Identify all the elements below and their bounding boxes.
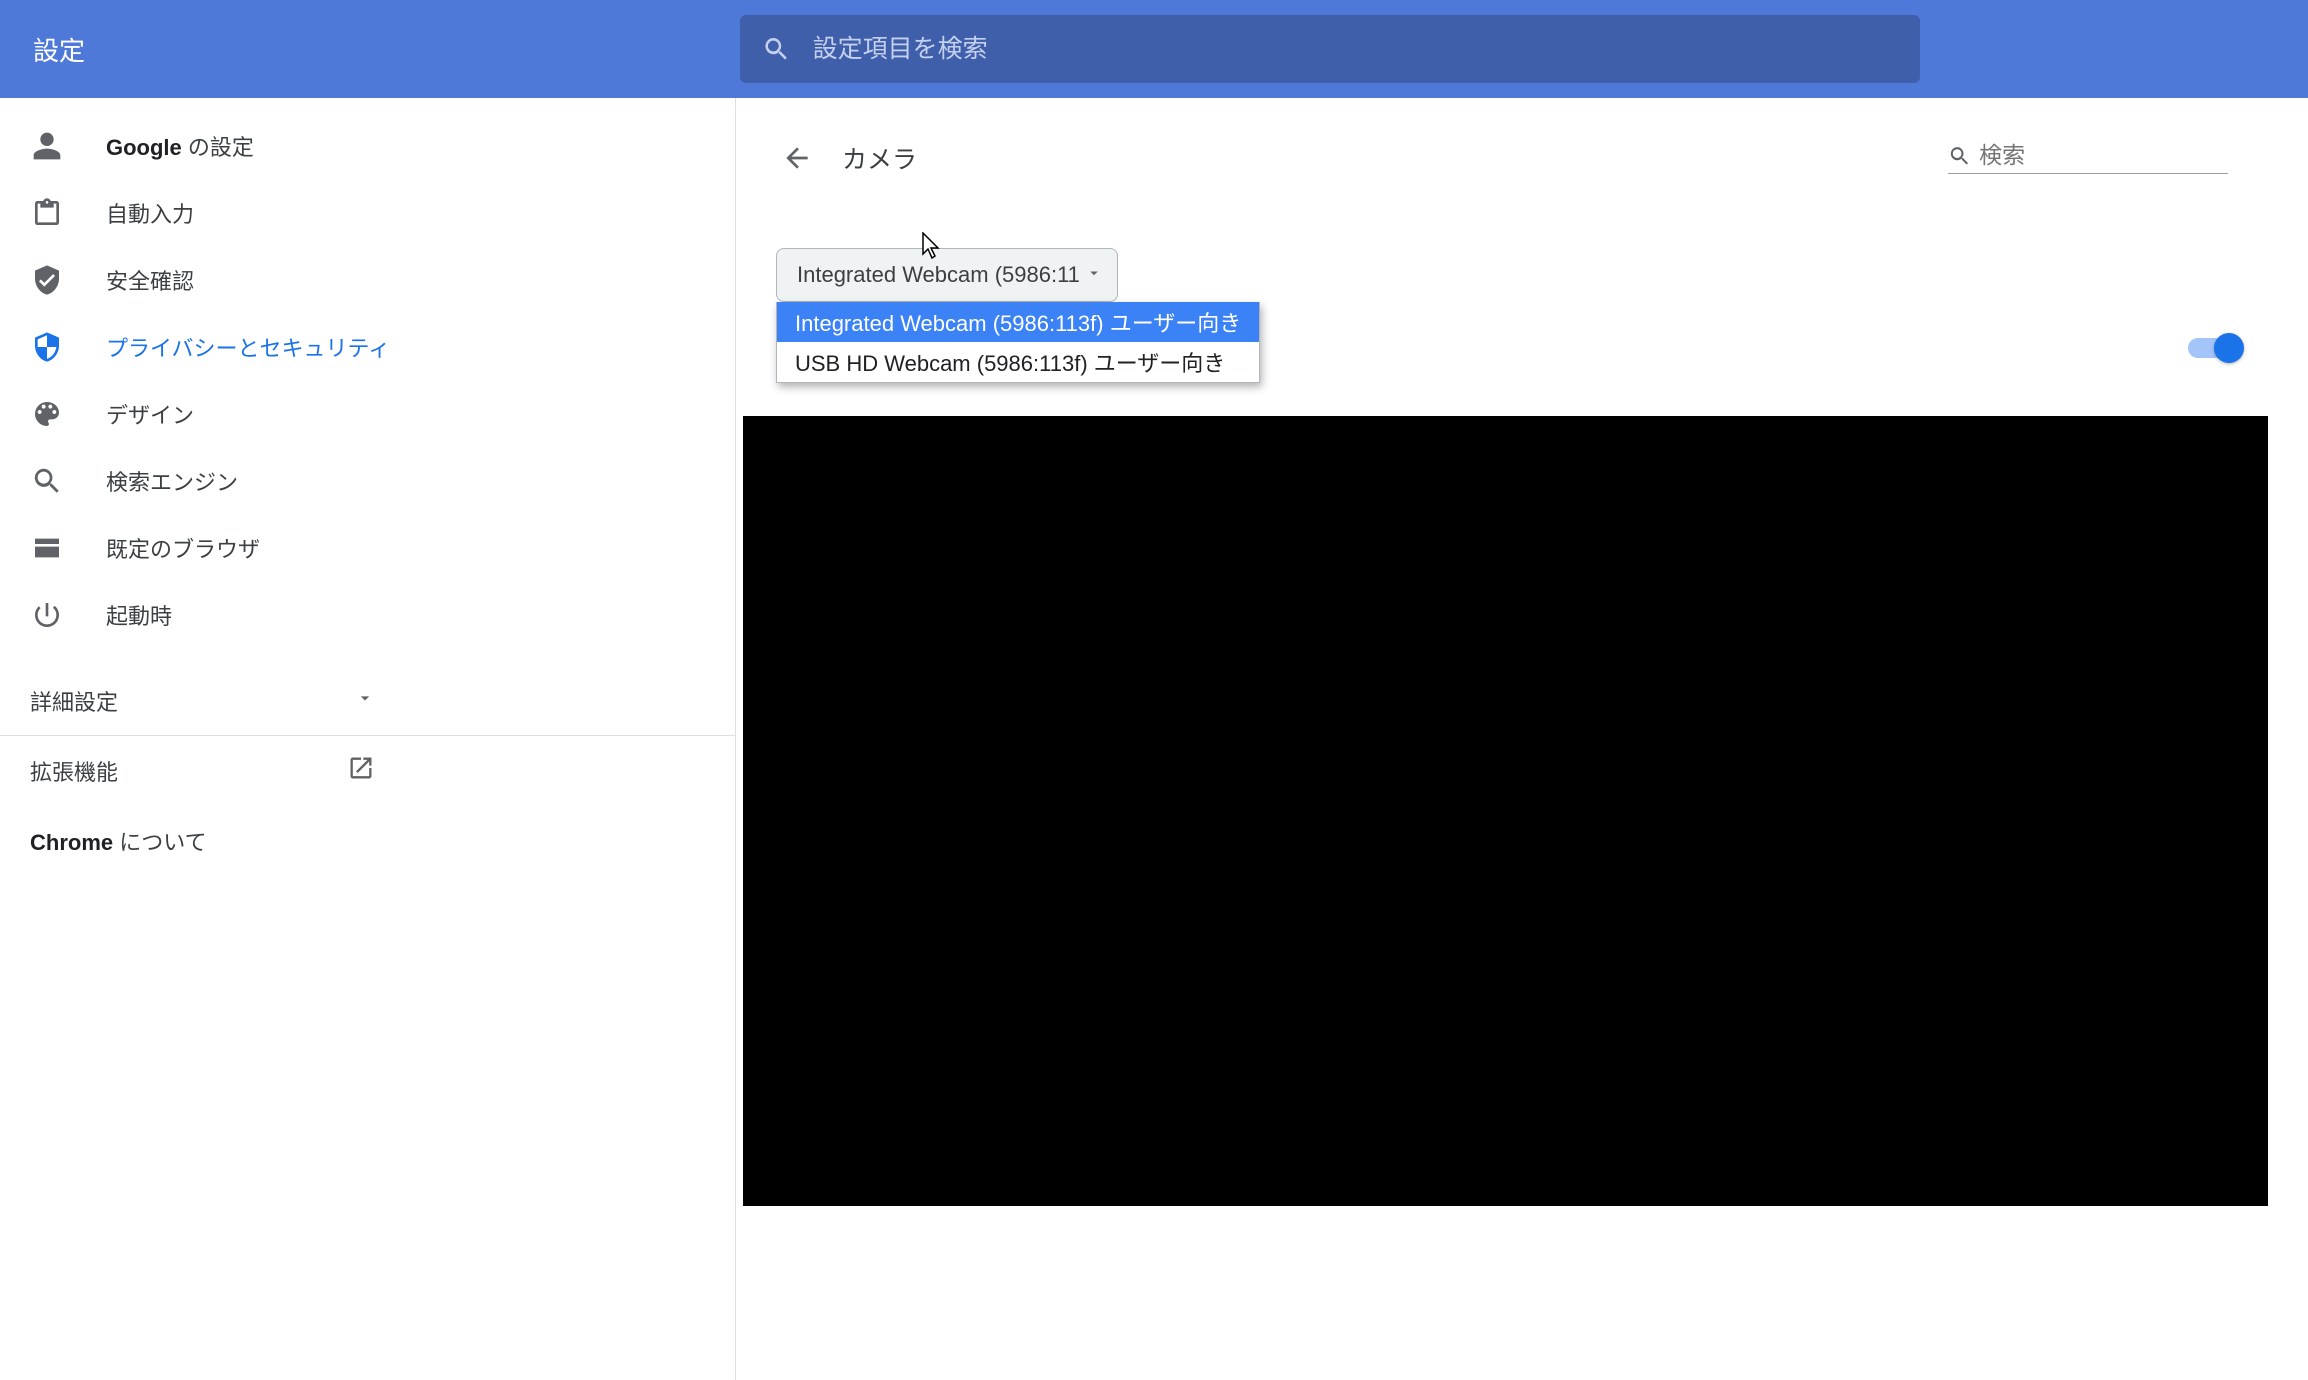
camera-preview [743,416,2268,1206]
sidebar-item-safety[interactable]: 安全確認 [0,246,735,313]
sidebar-item-design[interactable]: デザイン [0,380,735,447]
page-search-input[interactable] [1979,142,2228,169]
camera-toggle[interactable] [2188,338,2240,358]
palette-icon [30,397,64,431]
sidebar-item-label: 既定のブラウザ [106,532,260,564]
sidebar-item-label: 検索エンジン [106,465,238,497]
sidebar-item-label: Google の設定 [106,130,254,162]
header-search[interactable] [740,15,1920,83]
page-header: カメラ [736,128,2308,188]
app-header: 設定 [0,0,2308,98]
sidebar-item-label: 自動入力 [106,197,194,229]
search-icon [1948,143,1971,169]
shield-check-icon [30,263,64,297]
power-icon [30,598,64,632]
sidebar-advanced[interactable]: 詳細設定 [0,666,735,736]
arrow-back-icon [781,142,813,174]
about-label: Chrome について [30,825,207,857]
camera-selector-row: Integrated Webcam (5986:113 Integrated W… [736,188,2308,302]
camera-dropdown-list: Integrated Webcam (5986:113f) ユーザー向き USB… [776,302,1260,383]
caret-down-icon [1085,262,1103,288]
advanced-label: 詳細設定 [30,685,118,717]
app-title: 設定 [33,31,85,68]
sidebar-extensions[interactable]: 拡張機能 [0,736,735,806]
sidebar-item-privacy[interactable]: プライバシーとセキュリティ [0,313,735,380]
chevron-down-icon [355,688,375,714]
page-search[interactable] [1948,142,2228,174]
sidebar-item-label: 安全確認 [106,264,194,296]
open-in-new-icon [347,754,375,788]
main-content: カメラ Integrated Webcam (5986:113 Integrat… [736,98,2308,1380]
toggle-knob [2214,333,2244,363]
sidebar: Google の設定 自動入力 安全確認 プライバシーとセキュリティ デザイン … [0,98,736,1380]
clipboard-icon [30,196,64,230]
extensions-label: 拡張機能 [30,755,118,787]
sidebar-item-label: プライバシーとセキュリティ [106,331,390,363]
sidebar-item-autofill[interactable]: 自動入力 [0,179,735,246]
sidebar-item-google[interactable]: Google の設定 [0,112,735,179]
page-title: カメラ [842,140,917,176]
sidebar-item-startup[interactable]: 起動時 [0,581,735,648]
browser-icon [30,531,64,565]
camera-option-usb[interactable]: USB HD Webcam (5986:113f) ユーザー向き [777,342,1259,382]
search-icon [30,464,64,498]
back-button[interactable] [776,137,818,179]
camera-dropdown[interactable]: Integrated Webcam (5986:113 [776,248,1118,302]
sidebar-about[interactable]: Chrome について [0,806,735,876]
sidebar-item-label: 起動時 [106,599,172,631]
camera-dropdown-value: Integrated Webcam (5986:113 [797,262,1079,288]
shield-half-icon [30,330,64,364]
sidebar-item-default-browser[interactable]: 既定のブラウザ [0,514,735,581]
sidebar-item-search-engine[interactable]: 検索エンジン [0,447,735,514]
search-icon [762,34,791,64]
sidebar-item-label: デザイン [106,398,194,430]
person-icon [30,129,64,163]
header-search-input[interactable] [813,35,1898,64]
camera-option-integrated[interactable]: Integrated Webcam (5986:113f) ユーザー向き [777,302,1259,342]
